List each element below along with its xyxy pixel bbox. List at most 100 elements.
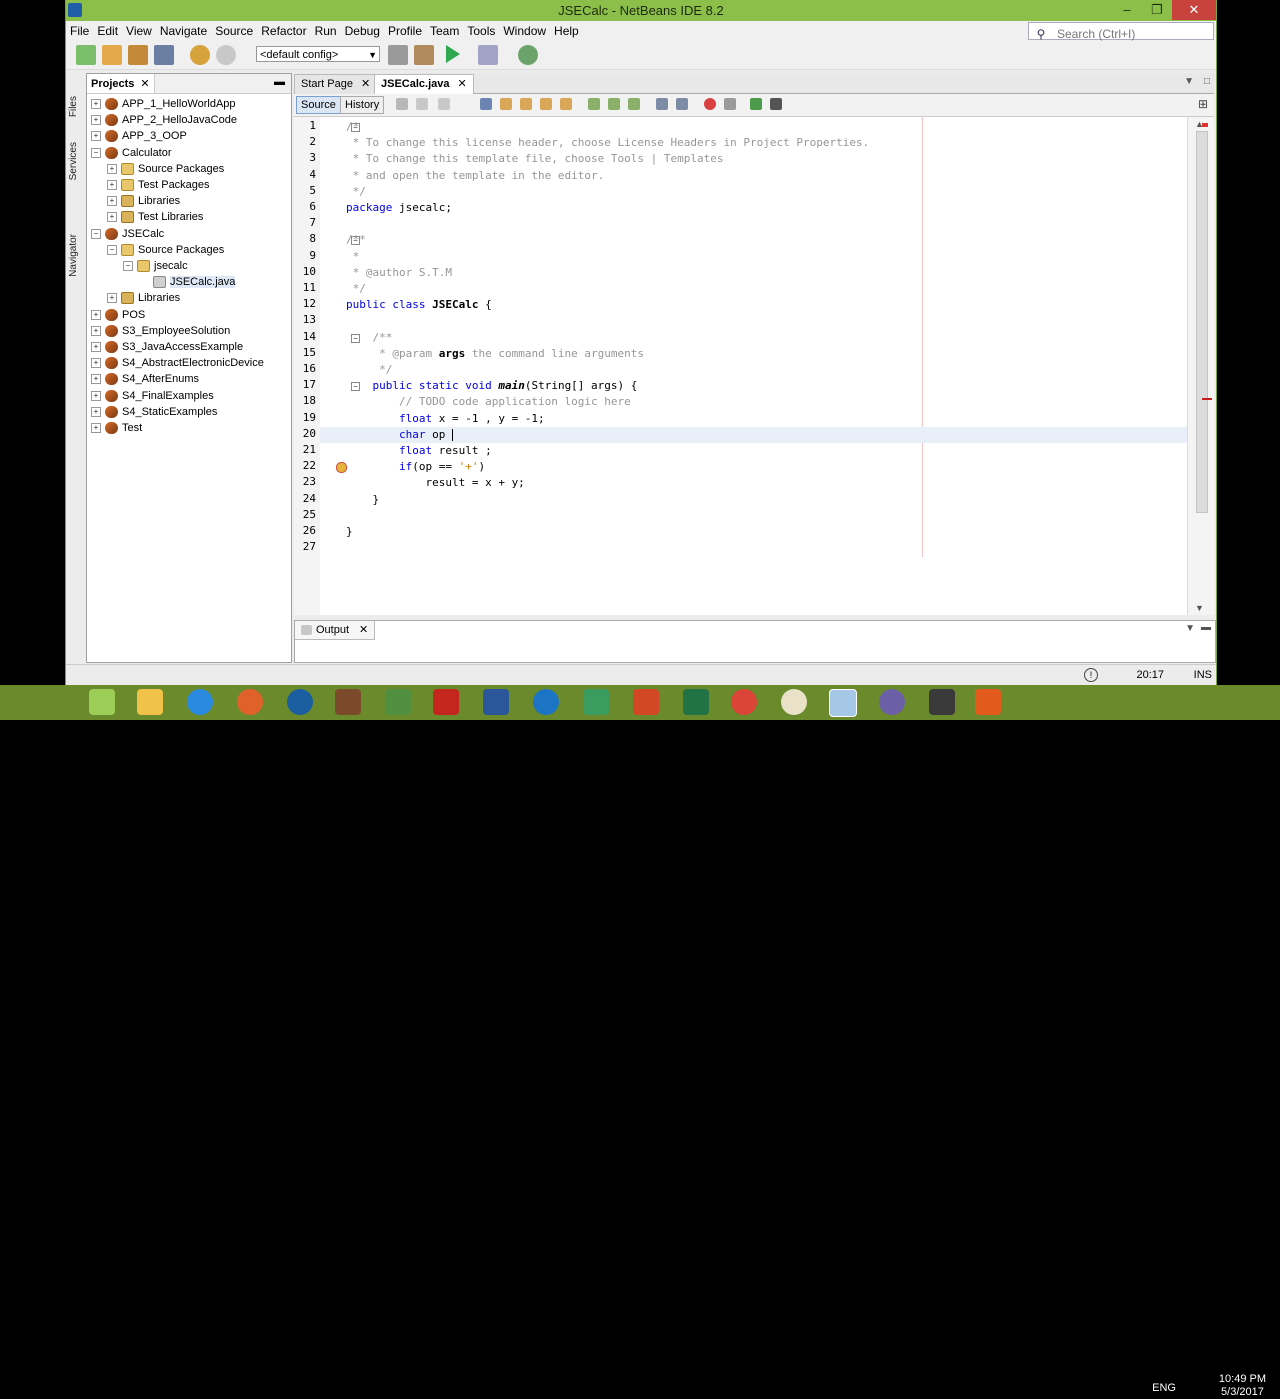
files-tab[interactable]: Files (68, 96, 79, 117)
close-icon[interactable]: ✕ (361, 78, 370, 90)
firefox-icon[interactable] (237, 689, 263, 715)
tab-jsecalc-java[interactable]: JSECalc.java ✕ (374, 74, 474, 94)
close-icon[interactable]: ✕ (140, 78, 149, 90)
new-file-icon[interactable] (76, 45, 96, 65)
expand-icon[interactable]: + (107, 293, 117, 304)
tree-item[interactable]: + S4_StaticExamples (87, 404, 217, 420)
menu-refactor[interactable]: Refactor (257, 21, 310, 38)
undo-icon[interactable] (190, 45, 210, 65)
menu-navigate[interactable]: Navigate (156, 21, 211, 38)
excel-icon[interactable] (683, 689, 709, 715)
archive-icon[interactable] (335, 689, 361, 715)
tab-output[interactable]: Output ✕ (295, 621, 376, 640)
teamviewer-icon[interactable] (533, 689, 559, 715)
find-next-icon[interactable] (520, 98, 532, 110)
debug-icon[interactable] (478, 45, 498, 65)
tree-item[interactable]: + Test Libraries (87, 209, 203, 225)
minimize-panel-icon[interactable]: ▬ (274, 76, 285, 88)
close-icon[interactable]: ✕ (359, 624, 368, 636)
scroll-thumb[interactable] (1196, 131, 1208, 513)
collapse-icon[interactable]: − (123, 261, 133, 272)
tab-start-page[interactable]: Start Page ✕ (294, 74, 378, 94)
find-previous-icon[interactable] (500, 98, 512, 110)
last-edit-icon[interactable] (396, 98, 408, 110)
prev-bookmark-icon[interactable] (588, 98, 600, 110)
tree-item[interactable]: + Test Packages (87, 177, 210, 193)
services-tab[interactable]: Services (68, 142, 79, 180)
chrome-icon[interactable] (731, 689, 757, 715)
menu-file[interactable]: File (66, 21, 93, 38)
start-macro-icon[interactable] (704, 98, 716, 110)
tree-item[interactable]: + Source Packages (87, 161, 224, 177)
tree-item[interactable]: JSECalc.java (87, 274, 236, 290)
editor-scrollbar[interactable]: ▲ ▼ (1187, 117, 1214, 615)
tree-item[interactable]: + APP_2_HelloJavaCode (87, 112, 237, 128)
tree-item[interactable]: + APP_1_HelloWorldApp (87, 96, 236, 112)
menu-help[interactable]: Help (550, 21, 583, 38)
error-stripe-marker[interactable] (1202, 398, 1212, 400)
maximize-editor-icon[interactable]: □ (1204, 76, 1210, 87)
expand-icon[interactable]: + (91, 406, 101, 417)
shift-left-icon[interactable] (656, 98, 668, 110)
tree-item[interactable]: + Test (87, 420, 142, 436)
shift-right-icon[interactable] (676, 98, 688, 110)
comment-icon[interactable] (750, 98, 762, 110)
search-input[interactable]: ⚲ Search (Ctrl+I) (1028, 22, 1214, 41)
history-button[interactable]: History (340, 96, 385, 114)
tree-item[interactable]: + S4_AbstractElectronicDevice (87, 355, 264, 371)
expand-icon[interactable]: + (91, 325, 101, 336)
tree-item[interactable]: + S4_FinalExamples (87, 388, 214, 404)
redo-icon[interactable] (216, 45, 236, 65)
new-project-icon[interactable] (102, 45, 122, 65)
close-button[interactable]: ✕ (1172, 0, 1216, 20)
calendar-icon[interactable] (929, 689, 955, 715)
tree-item[interactable]: − jsecalc (87, 258, 188, 274)
media-player-icon[interactable] (385, 689, 411, 715)
minimize-button[interactable]: – (1112, 0, 1142, 20)
code-editor[interactable]: −/* * To change this license header, cho… (320, 117, 1188, 615)
expand-icon[interactable]: + (107, 196, 117, 207)
clock[interactable]: 10:49 PM 5/3/2017 (1219, 1373, 1266, 1399)
open-project-icon[interactable] (128, 45, 148, 65)
back-icon[interactable] (416, 98, 428, 110)
menu-edit[interactable]: Edit (93, 21, 122, 38)
expand-icon[interactable]: + (91, 374, 101, 385)
tree-item[interactable]: + Libraries (87, 290, 180, 306)
expand-icon[interactable]: + (91, 115, 101, 126)
run-icon[interactable] (446, 45, 460, 63)
tree-item[interactable]: + APP_3_OOP (87, 128, 187, 144)
expand-icon[interactable]: + (91, 342, 101, 353)
recorder-icon[interactable] (975, 689, 1001, 715)
config-select[interactable]: <default config> ▼ (256, 46, 380, 62)
highlight-icon[interactable] (560, 98, 572, 110)
minimize-panel-icon[interactable]: ▬ (1201, 622, 1211, 633)
menu-source[interactable]: Source (211, 21, 257, 38)
tree-item[interactable]: + S4_AfterEnums (87, 371, 199, 387)
find-selection-icon[interactable] (540, 98, 552, 110)
split-editor-icon[interactable]: ⊞ (1198, 97, 1208, 111)
expand-icon[interactable]: + (91, 423, 101, 434)
profile-icon[interactable] (518, 45, 538, 65)
tab-projects[interactable]: Projects ✕ (87, 74, 155, 93)
notepad-icon[interactable] (583, 689, 609, 715)
start-icon[interactable] (89, 689, 115, 715)
clean-build-icon[interactable] (414, 45, 434, 65)
stop-macro-icon[interactable] (724, 98, 736, 110)
file-explorer-icon[interactable] (137, 689, 163, 715)
collapse-icon[interactable]: − (91, 228, 101, 239)
expand-icon[interactable]: + (91, 131, 101, 142)
menu-tools[interactable]: Tools (463, 21, 499, 38)
expand-icon[interactable]: + (107, 163, 117, 174)
source-button[interactable]: Source (296, 96, 341, 114)
forward-icon[interactable] (438, 98, 450, 110)
menu-run[interactable]: Run (311, 21, 341, 38)
save-all-icon[interactable] (154, 45, 174, 65)
find-icon[interactable] (480, 98, 492, 110)
close-icon[interactable]: ✕ (458, 78, 467, 90)
expand-icon[interactable]: + (91, 99, 101, 110)
navigator-tab[interactable]: Navigator (68, 234, 79, 277)
tab-list-icon[interactable]: ▼ (1184, 76, 1194, 87)
expand-icon[interactable]: + (91, 358, 101, 369)
tree-item[interactable]: + S3_EmployeeSolution (87, 323, 230, 339)
netbeans-taskbar-icon[interactable] (829, 689, 857, 717)
